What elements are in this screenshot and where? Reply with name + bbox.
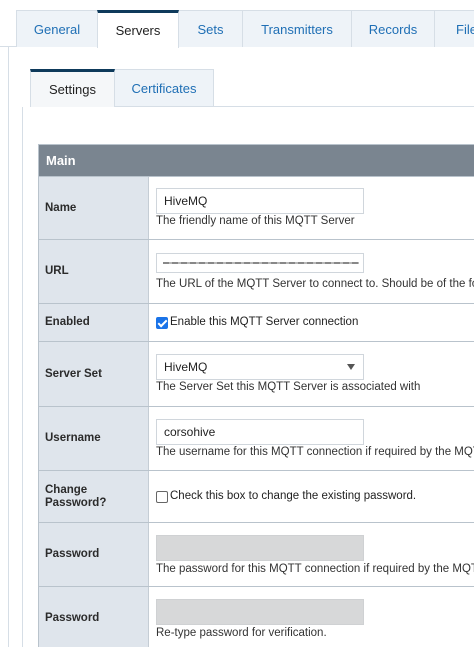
server-set-selected-value: HiveMQ (164, 360, 208, 374)
tab-file[interactable]: File (434, 10, 474, 47)
row-change-password: Change Password? Check this box to chang… (39, 470, 474, 522)
row-password: Password The password for this MQTT conn… (39, 522, 474, 586)
password-field-cell: The password for this MQTT connection if… (149, 523, 474, 586)
row-enabled: Enabled Enable this MQTT Server connecti… (39, 303, 474, 341)
tab-general[interactable]: General (16, 10, 98, 47)
redacted-mark (163, 262, 359, 264)
change-password-checkbox[interactable] (156, 491, 168, 503)
row-username: Username corsohive The username for this… (39, 406, 474, 470)
name-input[interactable]: HiveMQ (156, 188, 364, 214)
password-confirm-help-text: Re-type password for verification. (156, 627, 327, 639)
tab-settings[interactable]: Settings (30, 69, 115, 107)
name-field-cell: HiveMQ The friendly name of this MQTT Se… (149, 177, 474, 239)
url-label: URL (39, 240, 149, 303)
tab-transmitters[interactable]: Transmitters (242, 10, 352, 47)
enabled-checkbox[interactable] (156, 317, 168, 329)
change-password-label: Change Password? (39, 471, 149, 522)
change-password-checkbox-label[interactable]: Check this box to change the existing pa… (170, 490, 416, 502)
password-confirm-field-cell: Re-type password for verification. (149, 587, 474, 647)
password-help-text: The password for this MQTT connection if… (156, 563, 474, 575)
server-set-help-text: The Server Set this MQTT Server is assoc… (156, 381, 421, 393)
password-confirm-input[interactable] (156, 599, 364, 625)
server-set-label: Server Set (39, 342, 149, 406)
enabled-checkbox-label[interactable]: Enable this MQTT Server connection (170, 316, 358, 328)
username-input[interactable]: corsohive (156, 419, 364, 445)
name-label: Name (39, 177, 149, 239)
section-header-main: Main (39, 145, 474, 176)
password-input[interactable] (156, 535, 364, 561)
tab-sets[interactable]: Sets (178, 10, 243, 47)
password-label: Password (39, 523, 149, 586)
tab-servers[interactable]: Servers (97, 10, 179, 48)
server-set-select[interactable]: HiveMQ (156, 354, 364, 380)
url-field-cell: The URL of the MQTT Server to connect to… (149, 240, 474, 303)
server-set-field-cell: HiveMQ The Server Set this MQTT Server i… (149, 342, 474, 406)
tab-certificates[interactable]: Certificates (114, 69, 214, 107)
change-password-field-cell: Check this box to change the existing pa… (149, 471, 474, 522)
main-tab-bar: General Servers Sets Transmitters Record… (0, 0, 474, 48)
mqtt-server-form: Main Name HiveMQ The friendly name of th… (38, 144, 474, 647)
row-name: Name HiveMQ The friendly name of this MQ… (39, 176, 474, 239)
username-help-text: The username for this MQTT connection if… (156, 446, 474, 458)
dropdown-caret-icon (347, 364, 355, 370)
username-label: Username (39, 407, 149, 470)
enabled-field-cell: Enable this MQTT Server connection (149, 304, 474, 341)
row-server-set: Server Set HiveMQ The Server Set this MQ… (39, 341, 474, 406)
tab-records[interactable]: Records (351, 10, 435, 47)
username-field-cell: corsohive The username for this MQTT con… (149, 407, 474, 470)
name-help-text: The friendly name of this MQTT Server (156, 215, 355, 227)
url-help-text: The URL of the MQTT Server to connect to… (156, 278, 474, 290)
enabled-label: Enabled (39, 304, 149, 341)
url-input[interactable] (156, 253, 364, 273)
row-password-confirm: Password Re-type password for verificati… (39, 586, 474, 647)
row-url: URL The URL of the MQTT Server to connec… (39, 239, 474, 303)
password-confirm-label: Password (39, 587, 149, 647)
